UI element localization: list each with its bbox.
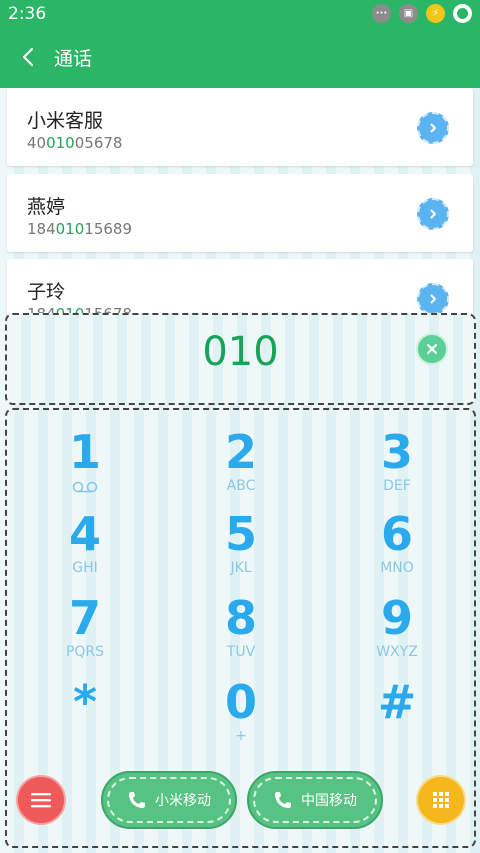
- phone-icon: [275, 792, 291, 808]
- more-icon: ···: [372, 4, 391, 23]
- menu-button[interactable]: [16, 775, 66, 825]
- voicemail-icon: [72, 481, 98, 493]
- contact-card[interactable]: 小米客服 4001005678: [7, 88, 473, 166]
- phone-icon: [129, 792, 145, 808]
- dialed-number: 010: [202, 329, 279, 375]
- contact-name: 燕婷: [27, 196, 66, 218]
- key-star[interactable]: *: [25, 676, 145, 756]
- status-bar: 2:36 ··· ▣ ⚡: [0, 0, 480, 28]
- contact-detail-button[interactable]: [417, 283, 449, 315]
- bolt-icon: ⚡: [426, 4, 445, 23]
- arrow-right-icon: [430, 209, 437, 219]
- screenshot-icon: ▣: [399, 4, 418, 23]
- key-6[interactable]: 6 MNO: [337, 508, 457, 588]
- key-4[interactable]: 4 GHI: [25, 508, 145, 588]
- contact-number: 18401015689: [27, 220, 132, 238]
- circle-icon: [453, 4, 472, 23]
- clear-button[interactable]: [416, 333, 448, 365]
- sim1-label: 小米移动: [155, 793, 211, 809]
- key-7[interactable]: 7 PQRS: [25, 592, 145, 672]
- contact-card[interactable]: 子玲 18401015678: [7, 259, 473, 318]
- status-icons: ··· ▣ ⚡: [372, 4, 472, 23]
- dial-input[interactable]: 010: [5, 313, 476, 405]
- key-hash[interactable]: #: [337, 676, 457, 756]
- keypad-toggle-button[interactable]: [416, 775, 466, 825]
- keypad-grid-icon: [433, 792, 449, 808]
- arrow-right-icon: [430, 294, 437, 304]
- contact-name: 小米客服: [27, 110, 104, 132]
- contact-name: 子玲: [27, 281, 66, 303]
- key-3[interactable]: 3 DEF: [337, 426, 457, 506]
- dial-pad: 1 2 ABC 3 DEF 4 GHI 5 JKL 6 MNO 7 PQRS 8…: [5, 408, 476, 848]
- menu-icon: [31, 793, 51, 808]
- key-9[interactable]: 9 WXYZ: [337, 592, 457, 672]
- contact-detail-button[interactable]: [417, 198, 449, 230]
- clear-icon: [427, 344, 437, 354]
- back-button[interactable]: [18, 42, 42, 72]
- key-1[interactable]: 1: [25, 426, 145, 506]
- title-bar: 通话: [0, 28, 480, 88]
- page-title: 通话: [54, 48, 93, 70]
- sim2-label: 中国移动: [301, 793, 357, 809]
- call-sim2-button[interactable]: 中国移动: [247, 771, 383, 829]
- key-0[interactable]: 0 +: [181, 676, 301, 756]
- key-5[interactable]: 5 JKL: [181, 508, 301, 588]
- contact-results: 小米客服 4001005678 燕婷 18401015689 子玲 184010…: [0, 88, 480, 318]
- back-icon: [22, 47, 34, 67]
- key-8[interactable]: 8 TUV: [181, 592, 301, 672]
- contact-number: 4001005678: [27, 134, 123, 152]
- call-sim1-button[interactable]: 小米移动: [101, 771, 237, 829]
- key-2[interactable]: 2 ABC: [181, 426, 301, 506]
- arrow-right-icon: [430, 123, 437, 133]
- status-time: 2:36: [8, 4, 47, 24]
- contact-card[interactable]: 燕婷 18401015689: [7, 174, 473, 252]
- contact-detail-button[interactable]: [417, 112, 449, 144]
